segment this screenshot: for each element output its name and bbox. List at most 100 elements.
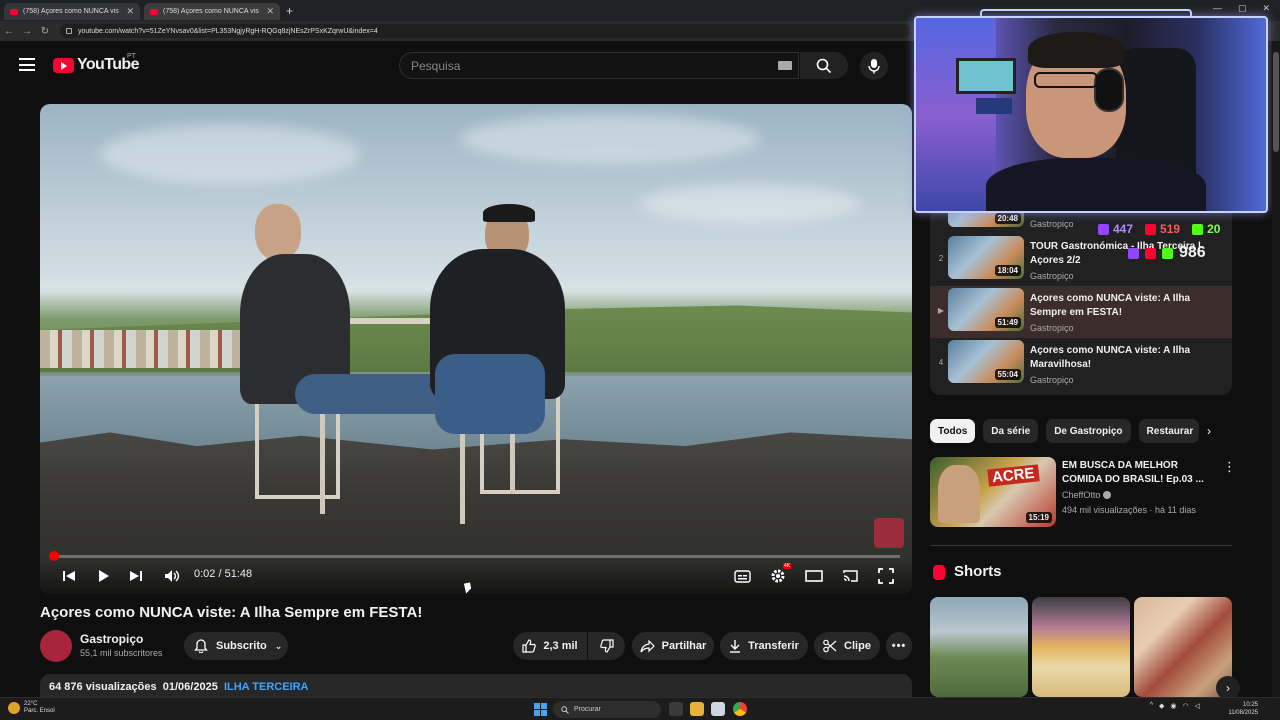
site-info-icon[interactable]	[66, 28, 72, 34]
share-button[interactable]: Partilhar	[632, 632, 714, 660]
download-button[interactable]: Transferir	[720, 632, 808, 660]
store-icon[interactable]	[711, 702, 725, 716]
chip-restaurants[interactable]: Restaurar	[1138, 419, 1199, 443]
playlist-item[interactable]: 4 55:04 Açores como NUNCA viste: A Ilha …	[930, 338, 1232, 390]
gear-icon	[771, 569, 785, 583]
wifi-icon[interactable]: ◠	[1183, 702, 1189, 710]
tray-app-icon[interactable]: ◆	[1159, 702, 1164, 710]
temperature: 22°C	[24, 701, 38, 707]
subtitles-button[interactable]	[732, 566, 752, 586]
task-view-icon[interactable]	[669, 702, 683, 716]
thumbnail-text: ACRE	[987, 464, 1040, 487]
playlist-thumbnail[interactable]: 51:49	[948, 288, 1024, 331]
chevron-up-icon[interactable]: ^	[1150, 702, 1153, 710]
windows-taskbar: 22°C Parc. Ensol Procurar ^ ◆ ◉ ◠ ◁ 10:2…	[0, 697, 1280, 720]
search-input[interactable]: Pesquisa	[399, 52, 799, 79]
url-text: youtube.com/watch?v=51ZeYNvsav0&list=PL3…	[78, 27, 378, 35]
youtube-logo[interactable]: YouTube	[53, 56, 139, 74]
browser-tab[interactable]: (758) Açores como NUNCA vis ✕	[4, 3, 140, 20]
close-tab-icon[interactable]: ✕	[266, 6, 274, 17]
duration-badge: 20:48	[994, 213, 1021, 224]
settings-button[interactable]	[768, 566, 788, 586]
more-vertical-icon[interactable]: ⋮	[1223, 459, 1236, 475]
playlist-index: 4	[938, 358, 944, 367]
playlist-channel: Gastropiço	[1030, 271, 1074, 281]
voice-search-button[interactable]	[860, 52, 888, 80]
scrollbar-thumb[interactable]	[1273, 52, 1279, 152]
chrome-icon[interactable]	[733, 702, 747, 716]
window-controls: — ▢ ✕	[1213, 3, 1270, 14]
next-icon	[130, 571, 142, 581]
close-tab-icon[interactable]: ✕	[126, 6, 134, 17]
speaker-icon[interactable]: ◁	[1195, 702, 1200, 710]
system-clock[interactable]: 10:25 11/08/2025	[1228, 701, 1258, 717]
hamburger-menu-icon[interactable]	[19, 58, 35, 71]
tab-title: (758) Açores como NUNCA vis	[163, 8, 259, 15]
reload-icon[interactable]: ↻	[36, 26, 54, 37]
like-button[interactable]: 2,3 mil	[513, 632, 587, 660]
close-window-icon[interactable]: ✕	[1262, 3, 1270, 14]
browser-tab-active[interactable]: (758) Açores como NUNCA vis ✕	[144, 3, 280, 20]
download-label: Transferir	[748, 640, 799, 652]
quality-badge: 4K	[783, 563, 792, 569]
chip-series[interactable]: Da série	[983, 419, 1039, 443]
channel-name[interactable]: Gastropiço	[80, 632, 143, 646]
dislike-button[interactable]	[588, 632, 625, 660]
new-tab-icon[interactable]: +	[286, 4, 293, 18]
playlist-thumbnail[interactable]: 20:48	[948, 212, 1024, 227]
tray-app-icon[interactable]: ◉	[1170, 702, 1176, 710]
cast-button[interactable]	[840, 566, 860, 586]
recommended-channel-row: CheffOtto	[1062, 490, 1112, 500]
fullscreen-button[interactable]	[876, 566, 896, 586]
volume-button[interactable]	[162, 566, 182, 586]
previous-button[interactable]	[59, 566, 79, 586]
chip-all[interactable]: Todos	[930, 419, 976, 443]
file-explorer-icon[interactable]	[690, 702, 704, 716]
duration-badge: 51:49	[994, 317, 1021, 328]
webcam-overlay	[914, 16, 1268, 213]
playlist-thumbnail[interactable]: 18:04	[948, 236, 1024, 279]
hashtag-link[interactable]: ILHA TERCEIRA	[224, 681, 309, 693]
recommended-channel[interactable]: CheffOtto	[1062, 490, 1100, 500]
windows-start-icon[interactable]	[534, 703, 547, 716]
theater-mode-button[interactable]	[804, 566, 824, 586]
weather-widget[interactable]: 22°C Parc. Ensol	[8, 701, 55, 715]
chip-from-channel[interactable]: De Gastropiço	[1046, 419, 1131, 443]
video-player[interactable]: 0:02 / 51:48	[40, 104, 912, 594]
playlist-channel: Gastropiço	[1030, 323, 1074, 333]
url-input[interactable]: youtube.com/watch?v=51ZeYNvsav0&list=PL3…	[60, 24, 910, 38]
taskbar-search[interactable]: Procurar	[553, 701, 661, 718]
next-button[interactable]	[126, 566, 146, 586]
recommended-title[interactable]: EM BUSCA DA MELHOR COMIDA DO BRASIL! Ep.…	[1062, 459, 1212, 487]
volume-icon	[165, 570, 180, 582]
search-button[interactable]	[800, 52, 848, 79]
short-thumbnail[interactable]	[930, 597, 1028, 697]
youtube-header: YouTube PT Pesquisa	[0, 41, 912, 89]
clip-label: Clipe	[844, 640, 871, 652]
play-button[interactable]	[93, 566, 113, 586]
keyboard-icon[interactable]	[778, 61, 792, 70]
minimize-icon[interactable]: —	[1213, 3, 1222, 14]
playlist-title[interactable]: Açores como NUNCA viste: A Ilha Maravilh…	[1030, 344, 1220, 372]
chevron-right-icon[interactable]: ›	[1207, 424, 1211, 438]
clock-date: 11/08/2025	[1228, 710, 1258, 716]
playlist-channel: Gastropiço	[1030, 219, 1074, 229]
clip-button[interactable]: Clipe	[814, 632, 880, 660]
playlist-title[interactable]: Açores como NUNCA viste: A Ilha Sempre e…	[1030, 292, 1220, 320]
recommended-thumbnail[interactable]: ACRE 15:19	[930, 457, 1056, 527]
maximize-icon[interactable]: ▢	[1238, 3, 1247, 14]
playlist-item-current[interactable]: ▶ 51:49 Açores como NUNCA viste: A Ilha …	[930, 286, 1232, 338]
channel-avatar[interactable]	[40, 630, 72, 662]
subscriber-count: 55,1 mil subscritores	[80, 648, 163, 658]
short-thumbnail[interactable]	[1032, 597, 1130, 697]
playlist-thumbnail[interactable]: 55:04	[948, 340, 1024, 383]
subscribed-button[interactable]: Subscrito ⌄	[184, 632, 288, 660]
forward-icon[interactable]: →	[18, 26, 36, 37]
back-icon[interactable]: ←	[0, 26, 18, 37]
more-actions-button[interactable]: •••	[886, 632, 912, 660]
person-right-cap	[483, 204, 535, 222]
tab-title: (758) Açores como NUNCA vis	[23, 8, 119, 15]
duration-badge: 15:19	[1025, 512, 1052, 523]
channel-watermark[interactable]	[874, 518, 904, 548]
theater-mode-icon	[805, 570, 823, 582]
